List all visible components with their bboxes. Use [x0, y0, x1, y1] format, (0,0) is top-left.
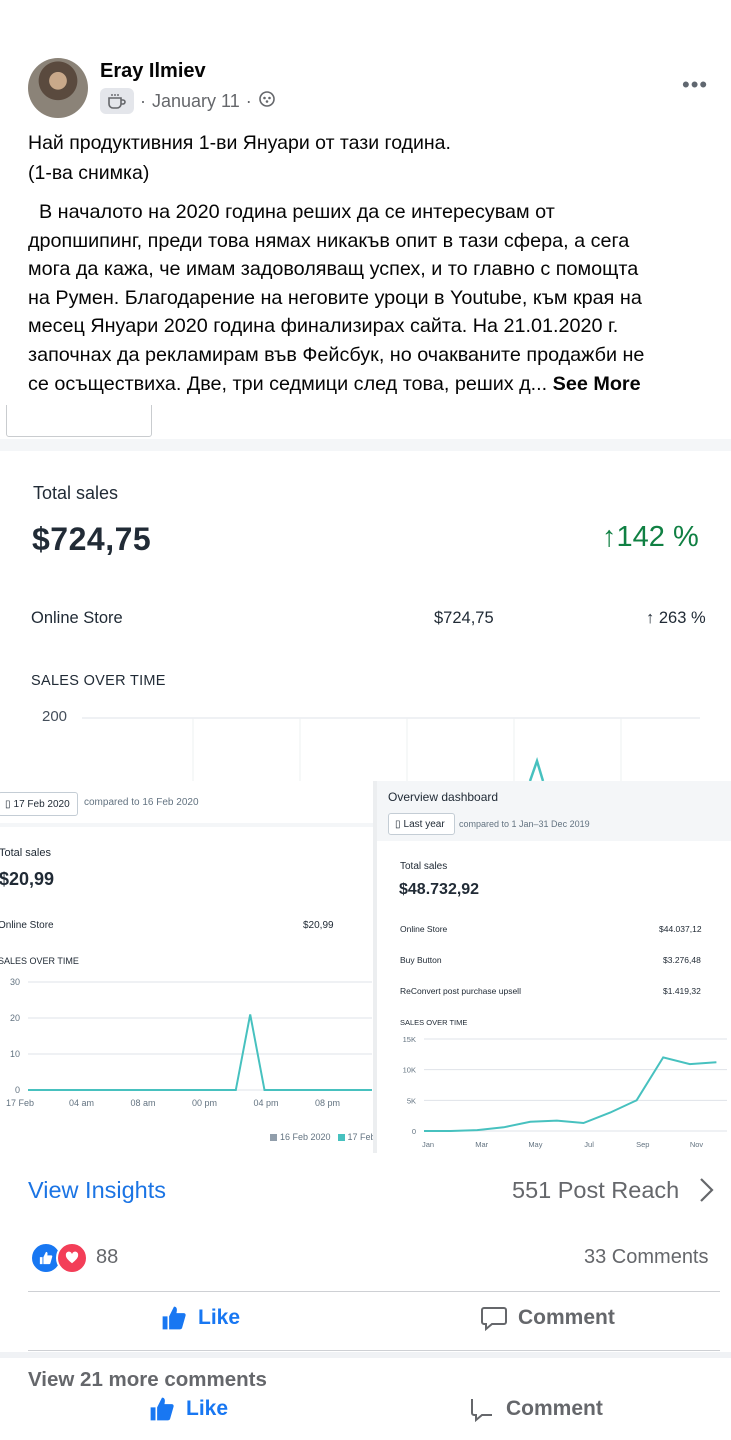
y-tick-label: 30 — [10, 977, 20, 987]
x-tick-label: Jan — [422, 1140, 434, 1149]
section-band — [0, 1352, 731, 1358]
more-options-icon[interactable]: ••• — [682, 72, 708, 98]
legend-swatch — [270, 1133, 277, 1141]
comment-button-sticky[interactable]: Comment — [468, 1396, 603, 1422]
like-button[interactable]: Like — [160, 1305, 240, 1331]
x-tick-label: 08 am — [130, 1098, 155, 1108]
x-tick-label: 04 am — [69, 1098, 94, 1108]
meta-separator: · — [245, 90, 252, 111]
love-reaction-icon — [56, 1242, 88, 1274]
comment-icon — [471, 1399, 492, 1422]
like-label: Like — [198, 1306, 241, 1329]
view-more-comments-link[interactable]: View 21 more comments — [28, 1368, 267, 1392]
legend-swatch — [337, 1133, 345, 1141]
x-tick-label: Mar — [475, 1140, 488, 1149]
attached-photo-total-sales[interactable]: Total sales $724,75 ↑142 % Online Store … — [0, 405, 731, 781]
post-body-line-last: се осъществиха. Две, три седмици след то… — [28, 370, 728, 399]
y-tick-label: 10 — [10, 1049, 20, 1059]
legend-label: 16 Feb 2020 — [280, 1132, 331, 1142]
comments-count[interactable]: 33 Comments — [584, 1246, 709, 1269]
like-icon — [150, 1397, 174, 1421]
like-label: Like — [186, 1397, 229, 1420]
comment-button[interactable]: Comment — [480, 1305, 615, 1331]
series-line — [28, 1014, 372, 1091]
comment-icon — [481, 1307, 507, 1331]
y-tick-label: 10K — [403, 1066, 416, 1075]
like-button-sticky[interactable]: Like — [148, 1396, 228, 1422]
x-tick-label: 00 pm — [192, 1098, 217, 1108]
post-body-line: дропшипинг, преди това нямах никакъв опи… — [28, 229, 630, 252]
x-tick-label: Nov — [690, 1140, 704, 1149]
series-line — [424, 1056, 717, 1132]
comment-label: Comment — [506, 1397, 603, 1420]
x-tick-label: 17 Feb — [6, 1098, 34, 1108]
divider — [28, 1350, 720, 1351]
post-body-line: мога да кажа, че имам задоволяващ успех,… — [28, 258, 639, 281]
post-body: В началото на 2020 година реших да се ин… — [28, 198, 728, 398]
x-tick-label: 08 pm — [315, 1098, 340, 1108]
chart-legend: 16 Feb 2020 17 Feb — [270, 1132, 376, 1142]
meta-separator: · — [140, 90, 146, 111]
post-body-line: на Румен. Благодарение на неговите уроци… — [28, 286, 642, 309]
post-title-line: (1-ва снимка) — [28, 162, 150, 184]
author-avatar[interactable] — [28, 58, 88, 118]
reaction-icons[interactable] — [30, 1242, 88, 1274]
comment-label: Comment — [518, 1306, 615, 1329]
post-body-line: месец Януари 2020 година финализирах сай… — [28, 315, 619, 338]
y-tick-label: 15K — [403, 1035, 416, 1044]
y-tick-label: 20 — [10, 1013, 20, 1023]
chevron-right-icon[interactable] — [692, 1175, 722, 1205]
divider — [28, 1291, 720, 1292]
author-name[interactable]: Eray Ilmiev — [100, 60, 206, 83]
post-title-line: Най продуктивния 1-ви Януари от тази год… — [28, 132, 451, 154]
x-tick-label: 04 pm — [253, 1098, 278, 1108]
attached-photo-daily-sales[interactable]: ▯ 17 Feb 2020 compared to 16 Feb 2020 Tot… — [0, 781, 377, 1153]
post-body-line: се осъществиха. Две, три седмици след то… — [28, 372, 548, 395]
x-tick-label: Sep — [636, 1140, 649, 1149]
post-body-line: В началото на 2020 година реших да се ин… — [28, 201, 555, 223]
view-insights-link[interactable]: View Insights — [28, 1177, 166, 1204]
sales-line — [528, 756, 545, 781]
legend-label: 17 Feb — [347, 1132, 376, 1142]
sales-chart-top — [82, 717, 700, 781]
sales-chart-daily: 0 10 20 30 17 Feb 04 am 08 am 00 pm 04 pm 08 pm — [6, 977, 372, 1108]
like-icon — [162, 1306, 186, 1330]
y-tick-label: 5K — [407, 1096, 416, 1105]
attached-photo-overview-dashboard[interactable]: Overview dashboard ▯ Last year compared t… — [377, 781, 731, 1153]
coffee-cup-icon[interactable] — [100, 88, 134, 114]
post-date[interactable]: January 11 — [152, 91, 240, 112]
y-tick-label: 0 — [412, 1127, 416, 1136]
post-reach[interactable]: 551 Post Reach — [512, 1177, 679, 1204]
x-tick-label: Jul — [584, 1140, 594, 1149]
y-tick-label: 0 — [15, 1085, 20, 1095]
reaction-count[interactable]: 88 — [96, 1246, 118, 1269]
post-meta: · January 11 · — [100, 88, 276, 114]
see-more-link[interactable]: See More — [553, 373, 641, 395]
post-body-line: започнах да рекламирам във Фейсбук, но о… — [28, 343, 645, 366]
audience-icon[interactable] — [258, 90, 276, 113]
sales-chart-yearly: 0 5K 10K 15K Jan Mar May Jul Sep Nov — [403, 1035, 727, 1149]
x-tick-label: May — [528, 1140, 542, 1149]
